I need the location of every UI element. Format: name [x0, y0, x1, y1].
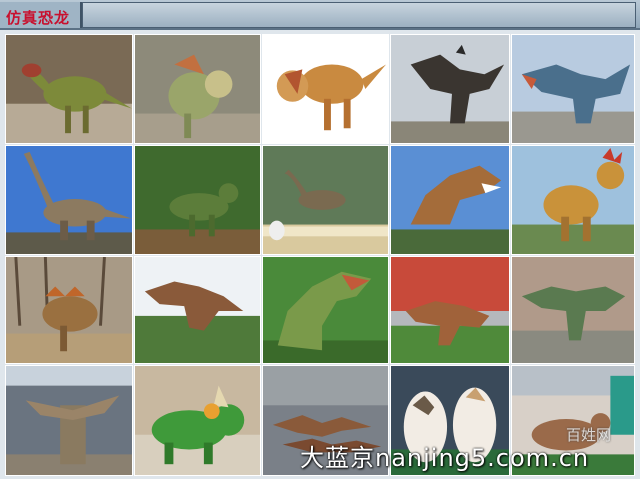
- header-divider-bar: [82, 2, 636, 28]
- dino-photo-2: [134, 34, 261, 144]
- dino-photo-1: [5, 34, 133, 144]
- title-box: 仿真恐龙: [0, 2, 82, 28]
- dino-photo-15: [511, 256, 635, 364]
- site-watermark: 大蓝京nanjing5.com.cn: [300, 444, 590, 472]
- dino-photo-17: [134, 365, 261, 476]
- dino-photo-13: [262, 256, 389, 364]
- dino-photo-9: [390, 145, 510, 255]
- dino-photo-10: [511, 145, 635, 255]
- page-title: 仿真恐龙: [6, 9, 71, 27]
- dino-photo-6: [5, 145, 133, 255]
- dino-photo-5: [511, 34, 635, 144]
- dino-photo-14: [390, 256, 510, 364]
- dino-photo-7: [134, 145, 261, 255]
- dino-photo-16: [5, 365, 133, 476]
- dino-photo-4: [390, 34, 510, 144]
- dino-photo-8: [262, 145, 389, 255]
- dino-photo-12: [134, 256, 261, 364]
- dinosaur-photo-grid: [5, 34, 635, 476]
- dino-photo-3: [262, 34, 389, 144]
- dino-photo-11: [5, 256, 133, 364]
- header-bar: 仿真恐龙: [0, 0, 640, 30]
